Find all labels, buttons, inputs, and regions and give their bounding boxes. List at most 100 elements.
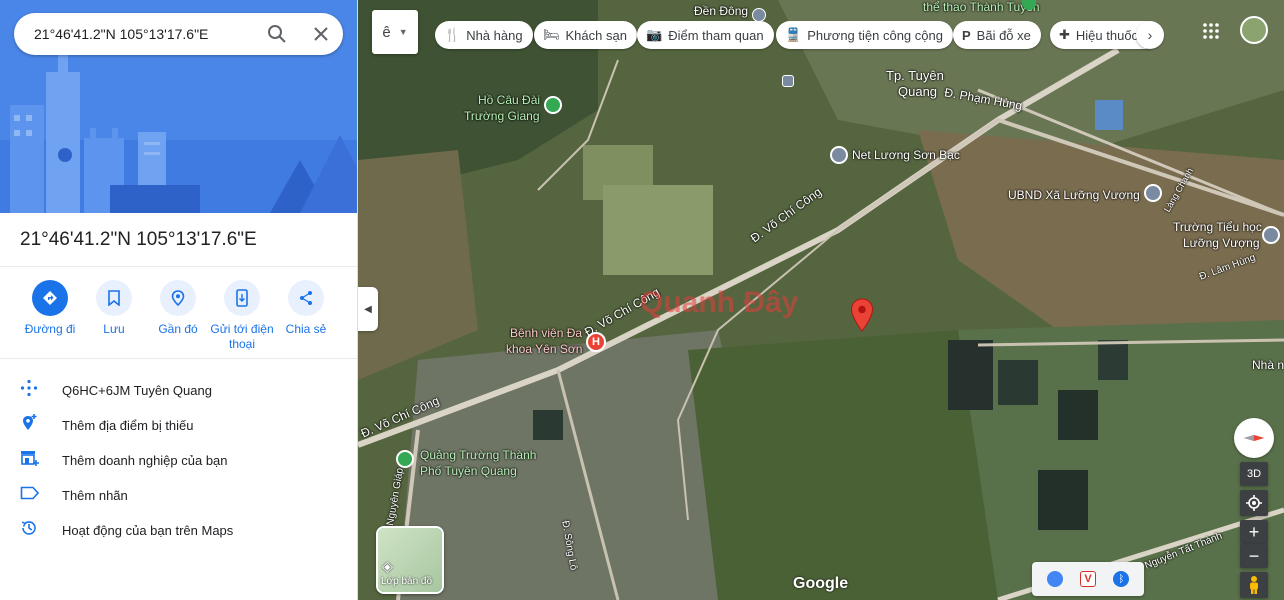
minus-icon: − xyxy=(1248,545,1260,566)
add-business-icon xyxy=(20,449,62,472)
school-pin-icon[interactable] xyxy=(1262,226,1280,244)
send-to-phone-icon xyxy=(224,280,260,316)
zoom-out-button[interactable]: − xyxy=(1240,544,1268,568)
map-label-truong-tieu-hoc-2[interactable]: Lưỡng Vượng xyxy=(1183,236,1260,250)
nearby-label: Gần đó xyxy=(158,322,198,336)
chip-label: Bãi đỗ xe xyxy=(976,27,1031,43)
park-pin-icon[interactable] xyxy=(544,96,562,114)
zoom-in-button[interactable]: + xyxy=(1240,520,1268,544)
map-label-tp-tuyen-quang-1[interactable]: Tp. Tuyên xyxy=(886,68,944,83)
avatar[interactable] xyxy=(1240,16,1268,44)
3d-label: 3D xyxy=(1246,468,1262,480)
map-label-tp-tuyen-quang-2[interactable]: Quang xyxy=(898,84,937,99)
apps-grid-icon[interactable] xyxy=(1202,22,1222,42)
pharmacy-icon: ✚ xyxy=(1059,27,1070,42)
map-canvas[interactable]: ê ▼ 🍴 Nhà hàng 🛏 Khách sạn 📷 Điểm tham quan… xyxy=(358,0,1284,600)
add-label-text: Thêm nhãn xyxy=(62,488,128,503)
search-input[interactable]: 21°46'41.2"N 105°13'17.6"E xyxy=(34,26,255,42)
add-place-row[interactable]: Thêm địa điểm bị thiếu xyxy=(0,408,357,443)
pegman-icon xyxy=(1250,576,1258,594)
add-business-row[interactable]: Thêm doanh nghiệp của bạn xyxy=(0,443,357,478)
share-icon xyxy=(288,280,324,316)
share-button[interactable]: Chia sẻ xyxy=(274,280,338,352)
chip-hotels[interactable]: 🛏 Khách sạn xyxy=(534,21,637,49)
map-label-den-dong[interactable]: Đền Đông xyxy=(694,4,748,18)
layers-label: Lớp bản đồ xyxy=(381,576,433,587)
chip-label: Nhà hàng xyxy=(466,27,523,43)
maps-activity-text: Hoạt động của bạn trên Maps xyxy=(62,523,234,538)
map-label-benh-vien-2[interactable]: khoa Yên Sơn xyxy=(506,342,582,356)
add-place-text: Thêm địa điểm bị thiếu xyxy=(62,418,194,433)
chip-label: Hiệu thuốc xyxy=(1075,27,1139,43)
action-buttons: Đường đi Lưu Gần đó Gửi tới điện thoại C… xyxy=(0,280,357,352)
plus-code-row[interactable]: Q6HC+6JM Tuyên Quang xyxy=(0,373,357,408)
chip-label: Phương tiện công cộng xyxy=(807,27,943,43)
chips-next-button[interactable]: › xyxy=(1136,21,1164,49)
my-location-icon xyxy=(1246,495,1262,511)
nearby-button[interactable]: Gần đó xyxy=(146,280,210,352)
map-label-nha[interactable]: Nhà n xyxy=(1252,358,1284,372)
collapse-panel-button[interactable]: ◀ xyxy=(358,287,378,331)
chip-restaurants[interactable]: 🍴 Nhà hàng xyxy=(435,21,533,49)
divider xyxy=(0,358,357,359)
dropped-pin-icon[interactable] xyxy=(850,298,874,337)
parking-icon: P xyxy=(962,27,971,43)
map-label-net-luong-son[interactable]: Net Lương Sơn Bạc xyxy=(852,148,960,162)
map-label-truong-tieu-hoc-1[interactable]: Trường Tiểu học xyxy=(1173,220,1262,234)
add-business-text: Thêm doanh nghiệp của bạn xyxy=(62,453,228,468)
google-logo: Google xyxy=(793,575,849,592)
save-button[interactable]: Lưu xyxy=(82,280,146,352)
search-box[interactable]: 21°46'41.2"N 105°13'17.6"E xyxy=(14,13,343,55)
camera-icon: 📷 xyxy=(646,27,663,42)
layers-button[interactable]: ◈ Lớp bản đồ xyxy=(376,526,444,594)
directions-button[interactable]: Đường đi xyxy=(18,280,82,352)
government-pin-icon[interactable] xyxy=(1144,184,1162,202)
poi-pin-icon[interactable] xyxy=(752,8,766,22)
language-label: ê xyxy=(382,23,391,41)
add-place-icon xyxy=(20,413,62,438)
chip-transit[interactable]: 🚆 Phương tiện công cộng xyxy=(776,21,953,49)
map-label-ubnd[interactable]: UBND Xã Lưỡng Vượng xyxy=(1008,188,1140,202)
history-icon xyxy=(20,519,62,542)
info-list: Q6HC+6JM Tuyên Quang Thêm địa điểm bị th… xyxy=(0,373,357,548)
map-label-ho-cau-1[interactable]: Hồ Câu Đài xyxy=(478,93,540,107)
map-label-benh-vien-1[interactable]: Bệnh viện Đa xyxy=(510,326,582,340)
watermark-logo: Quanh Đây xyxy=(640,286,799,319)
bookmark-icon xyxy=(96,280,132,316)
my-location-button[interactable] xyxy=(1240,490,1268,516)
send-to-phone-label: Gửi tới điện thoại xyxy=(210,322,274,351)
extension-icon[interactable]: V xyxy=(1079,571,1096,587)
map-label-ho-cau-2[interactable]: Trường Giang xyxy=(464,109,540,123)
chip-parking[interactable]: P Bãi đỗ xe xyxy=(953,21,1041,49)
send-to-phone-button[interactable]: Gửi tới điện thoại xyxy=(210,280,274,352)
divider xyxy=(0,266,357,267)
chip-attractions[interactable]: 📷 Điểm tham quan xyxy=(637,21,774,49)
maps-activity-row[interactable]: Hoạt động của bạn trên Maps xyxy=(0,513,357,548)
transit-icon: 🚆 xyxy=(785,27,802,42)
plus-icon: + xyxy=(1248,521,1260,542)
side-panel: 21°46'41.2"N 105°13'17.6"E 21°46'41.2"N … xyxy=(0,0,358,600)
place-pin-icon[interactable] xyxy=(830,146,848,164)
extension-icon[interactable] xyxy=(1046,571,1063,587)
3d-toggle-button[interactable]: 3D xyxy=(1240,462,1268,486)
plus-code-text: Q6HC+6JM Tuyên Quang xyxy=(62,383,212,398)
transit-stop-icon[interactable] xyxy=(782,75,794,87)
chevron-left-icon: ◀ xyxy=(364,303,372,315)
plus-code-icon xyxy=(20,379,62,402)
directions-icon xyxy=(32,280,68,316)
search-icon[interactable] xyxy=(255,13,299,55)
hospital-pin-icon[interactable]: H xyxy=(586,332,606,352)
compass-icon xyxy=(1244,435,1264,441)
language-selector[interactable]: ê ▼ xyxy=(372,10,418,54)
satellite-imagery xyxy=(358,0,1284,600)
add-label-row[interactable]: Thêm nhãn xyxy=(0,478,357,513)
map-label-quang-truong-2[interactable]: Phố Tuyên Quang xyxy=(420,464,517,478)
layers-icon: ◈ xyxy=(382,558,393,574)
bluetooth-icon[interactable]: ᛒ xyxy=(1113,571,1130,587)
close-icon[interactable] xyxy=(299,13,343,55)
extensions-tray: V ᛒ xyxy=(1032,562,1144,596)
compass-button[interactable] xyxy=(1234,418,1274,458)
map-label-quang-truong-1[interactable]: Quảng Trường Thành xyxy=(420,448,536,462)
park-pin-icon[interactable] xyxy=(396,450,414,468)
pegman-button[interactable] xyxy=(1240,572,1268,598)
